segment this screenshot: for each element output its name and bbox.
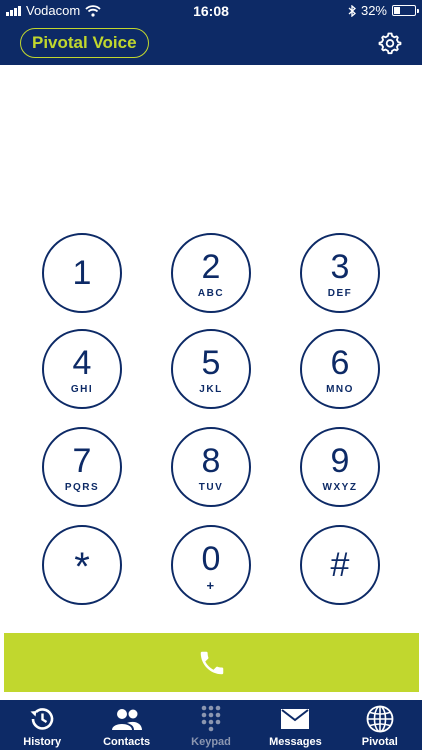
tab-label: History xyxy=(23,736,62,748)
key-4[interactable]: 4 GHI xyxy=(42,329,122,409)
key-letters: JKL xyxy=(199,384,223,395)
tab-label: Contacts xyxy=(103,736,151,748)
key-digit: 5 xyxy=(201,344,221,382)
brand-logo: Pivotal Voice xyxy=(20,28,149,58)
history-icon xyxy=(30,708,54,730)
contacts-icon xyxy=(111,709,142,730)
key-digit: 6 xyxy=(330,344,350,382)
key-letters: WXYZ xyxy=(322,482,358,493)
key-letters: GHI xyxy=(70,384,94,395)
app-header: Vodacom 16:08 32% Pivotal Voice xyxy=(0,0,422,65)
dial-keypad: 1 2 ABC 3 DEF 4 GHI 5 JKL 6 MNO 7 PQRS 8… xyxy=(0,65,422,632)
key-5[interactable]: 5 JKL xyxy=(171,329,251,409)
key-digit: 9 xyxy=(330,442,350,480)
key-digit: 2 xyxy=(201,248,221,286)
battery-percent: 32% xyxy=(360,3,387,18)
tab-bar: History Contacts Keypad Messages Pivotal xyxy=(0,700,422,750)
key-letters: PQRS xyxy=(64,482,100,493)
keypad-icon xyxy=(201,705,221,732)
tab-history[interactable]: History xyxy=(0,700,84,750)
key-0[interactable]: 0 + xyxy=(171,525,251,605)
status-bar: Vodacom 16:08 32% xyxy=(0,0,422,22)
key-hash[interactable]: # xyxy=(300,525,380,605)
key-digit: 7 xyxy=(72,442,92,480)
call-button[interactable] xyxy=(4,633,419,692)
key-digit: # xyxy=(330,546,350,584)
tab-messages[interactable]: Messages xyxy=(253,700,337,750)
battery-icon xyxy=(392,5,419,16)
key-digit: 0 xyxy=(201,540,221,578)
key-digit: 8 xyxy=(201,442,221,480)
key-letters: TUV xyxy=(198,482,224,493)
status-right: 32% xyxy=(348,3,419,18)
key-digit: 4 xyxy=(72,344,92,382)
key-letters: ABC xyxy=(197,288,225,299)
key-digit: 1 xyxy=(72,254,92,292)
key-2[interactable]: 2 ABC xyxy=(171,233,251,313)
tab-label: Pivotal xyxy=(361,736,398,748)
key-digit: 3 xyxy=(330,248,350,286)
tab-label: Keypad xyxy=(191,736,231,748)
key-star[interactable]: * xyxy=(42,525,122,605)
globe-icon xyxy=(366,705,394,733)
key-letters: + xyxy=(206,578,216,593)
key-6[interactable]: 6 MNO xyxy=(300,329,380,409)
key-letters: DEF xyxy=(327,288,353,299)
key-letters: MNO xyxy=(326,384,354,395)
tab-pivotal[interactable]: Pivotal xyxy=(338,700,422,750)
phone-icon xyxy=(200,651,224,675)
key-7[interactable]: 7 PQRS xyxy=(42,427,122,507)
key-9[interactable]: 9 WXYZ xyxy=(300,427,380,507)
battery-fill xyxy=(394,7,400,14)
key-1[interactable]: 1 xyxy=(42,233,122,313)
key-3[interactable]: 3 DEF xyxy=(300,233,380,313)
messages-icon xyxy=(281,709,310,729)
key-digit: * xyxy=(74,545,90,589)
gear-icon[interactable] xyxy=(378,31,402,55)
tab-keypad[interactable]: Keypad xyxy=(169,700,253,750)
tab-label: Messages xyxy=(269,736,322,748)
key-8[interactable]: 8 TUV xyxy=(171,427,251,507)
bluetooth-icon xyxy=(348,4,356,17)
tab-contacts[interactable]: Contacts xyxy=(84,700,168,750)
